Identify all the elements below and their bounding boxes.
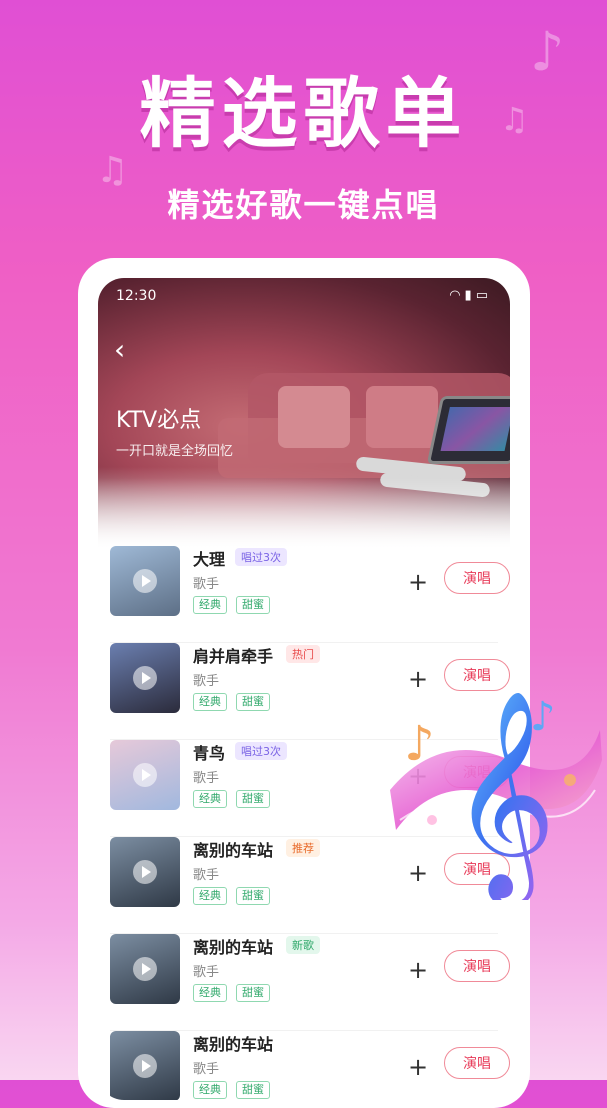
hero-subtitle: 精选好歌一键点唱 bbox=[167, 186, 440, 224]
battery-icon: ▭ bbox=[475, 288, 492, 303]
song-title: 离别的车站 bbox=[193, 938, 274, 957]
plus-icon[interactable]: + bbox=[408, 956, 428, 984]
tablet-image bbox=[426, 396, 510, 464]
play-icon[interactable] bbox=[133, 957, 157, 981]
song-badge: 热门 bbox=[286, 645, 320, 663]
song-tag: 经典 bbox=[193, 693, 227, 711]
treble-clef-icon: 𝄞 ♪ ♪ bbox=[380, 670, 607, 907]
song-tag: 经典 bbox=[193, 887, 227, 905]
sing-button[interactable]: 演唱 bbox=[444, 950, 510, 982]
song-title: 离别的车站 bbox=[193, 841, 274, 860]
song-cover-image[interactable] bbox=[110, 837, 180, 907]
song-tag: 甜蜜 bbox=[236, 596, 270, 614]
song-cover-image[interactable] bbox=[110, 643, 180, 713]
svg-text:♪: ♪ bbox=[530, 694, 556, 740]
song-tag: 甜蜜 bbox=[236, 887, 270, 905]
song-tag: 甜蜜 bbox=[236, 1081, 270, 1099]
song-tag: 经典 bbox=[193, 596, 227, 614]
song-list-item[interactable]: 离别的车站 新歌 歌手 经典 甜蜜 + 演唱 bbox=[110, 934, 510, 1031]
song-list-item[interactable]: 离别的车站 歌手 经典 甜蜜 + 演唱 bbox=[110, 1031, 510, 1100]
song-tag: 甜蜜 bbox=[236, 984, 270, 1002]
song-title: 大理 bbox=[193, 550, 226, 569]
song-artist: 歌手 bbox=[193, 868, 220, 883]
play-icon[interactable] bbox=[133, 763, 157, 787]
song-tag: 经典 bbox=[193, 1081, 227, 1099]
pillow-image bbox=[366, 386, 438, 448]
sing-button[interactable]: 演唱 bbox=[444, 1047, 510, 1079]
song-cover-image[interactable] bbox=[110, 546, 180, 616]
plus-icon[interactable]: + bbox=[408, 1053, 428, 1081]
song-title: 肩并肩牵手 bbox=[193, 647, 274, 666]
song-badge: 唱过3次 bbox=[235, 742, 287, 760]
playlist-banner: 12:30 ◠▮▭ ‹ KTV必点 一开口就是全场回忆 bbox=[98, 278, 510, 558]
song-list-item[interactable]: 大理 唱过3次 歌手 经典 甜蜜 + 演唱 bbox=[110, 546, 510, 643]
song-cover-image[interactable] bbox=[110, 934, 180, 1004]
playlist-subtitle: 一开口就是全场回忆 bbox=[116, 444, 234, 459]
playlist-title: KTV必点 bbox=[116, 408, 202, 433]
song-cover-image[interactable] bbox=[110, 1031, 180, 1100]
song-artist: 歌手 bbox=[193, 771, 220, 786]
svg-text:♪: ♪ bbox=[404, 716, 435, 772]
signal-icon: ▮ bbox=[464, 288, 476, 303]
back-arrow-icon[interactable]: ‹ bbox=[114, 336, 125, 364]
song-badge: 推荐 bbox=[286, 839, 320, 857]
wifi-icon: ◠ bbox=[449, 288, 465, 303]
song-tag: 经典 bbox=[193, 790, 227, 808]
play-icon[interactable] bbox=[133, 666, 157, 690]
song-tag: 经典 bbox=[193, 984, 227, 1002]
hero-title: 精选歌单 bbox=[139, 69, 468, 158]
play-icon[interactable] bbox=[133, 860, 157, 884]
status-icons: ◠▮▭ bbox=[449, 288, 492, 303]
song-badge: 新歌 bbox=[286, 936, 320, 954]
pillow-image bbox=[278, 386, 350, 448]
song-title: 离别的车站 bbox=[193, 1035, 274, 1054]
song-artist: 歌手 bbox=[193, 965, 220, 980]
song-tag: 甜蜜 bbox=[236, 693, 270, 711]
play-icon[interactable] bbox=[133, 569, 157, 593]
song-badge: 唱过3次 bbox=[235, 548, 287, 566]
song-title: 青鸟 bbox=[193, 744, 226, 763]
song-artist: 歌手 bbox=[193, 674, 220, 689]
play-icon[interactable] bbox=[133, 1054, 157, 1078]
song-artist: 歌手 bbox=[193, 577, 220, 592]
song-tag: 甜蜜 bbox=[236, 790, 270, 808]
song-cover-image[interactable] bbox=[110, 740, 180, 810]
sing-button[interactable]: 演唱 bbox=[444, 562, 510, 594]
song-artist: 歌手 bbox=[193, 1062, 220, 1077]
status-time: 12:30 bbox=[116, 288, 157, 304]
plus-icon[interactable]: + bbox=[408, 568, 428, 596]
